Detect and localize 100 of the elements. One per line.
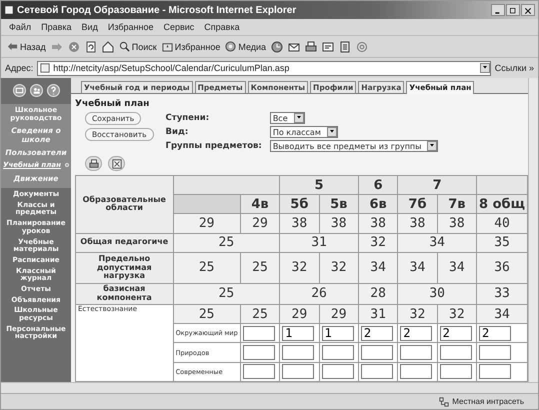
favorites-button[interactable]: Избранное — [162, 41, 220, 52]
people-icon[interactable] — [30, 84, 42, 97]
table-cell: 36 — [476, 252, 528, 284]
input-field[interactable] — [282, 345, 314, 360]
table-header: Образовательные области — [76, 176, 174, 234]
table-header: 7б — [398, 194, 438, 214]
input-field[interactable] — [479, 345, 512, 360]
printer-icon[interactable] — [305, 40, 318, 52]
menu-item[interactable]: Справка — [204, 22, 240, 32]
page-title: Учебный план — [75, 99, 150, 109]
table-header: 6 — [358, 176, 398, 195]
dropdown-button[interactable] — [480, 63, 490, 73]
input-field[interactable] — [400, 364, 432, 380]
media-button[interactable]: Медиа — [225, 41, 266, 52]
print-button[interactable] — [85, 156, 102, 171]
table-cell: 32 — [398, 304, 438, 324]
spreadsheet-icon — [112, 158, 122, 168]
table-cell: 25 — [240, 304, 280, 324]
menu-item[interactable]: Избранное — [108, 22, 154, 32]
table-cell: 31 — [358, 304, 398, 324]
address-field[interactable]: http://netcity/asp/SetupSchool/Calendar/CuriculumPlan.asp — [37, 60, 491, 76]
dropdown[interactable]: Все — [270, 112, 305, 124]
input-field[interactable] — [242, 326, 275, 341]
envelope-icon[interactable] — [288, 40, 300, 52]
table-cell: 38 — [280, 214, 320, 234]
notepad-icon[interactable] — [339, 40, 352, 52]
input-field[interactable]: 2 — [360, 326, 393, 341]
table-cell: 29 — [280, 304, 320, 324]
table-cell: 29 — [319, 304, 358, 324]
refresh-icon[interactable] — [84, 40, 97, 52]
page-icon — [4, 5, 14, 15]
caret-icon — [482, 64, 488, 70]
table-cell: 34 — [358, 252, 398, 284]
table-cell: 40 — [476, 214, 528, 234]
input-field[interactable] — [282, 364, 314, 380]
disc-icon — [225, 41, 236, 52]
close-button[interactable] — [521, 4, 535, 16]
table-cell: 25 — [240, 252, 280, 284]
dropdown[interactable]: Выводить все предметы из группы — [270, 140, 438, 152]
network-icon — [439, 396, 450, 406]
input-field[interactable]: 2 — [479, 326, 512, 341]
table-cell: 32 — [358, 233, 398, 252]
input-field[interactable] — [242, 364, 275, 380]
input-field[interactable] — [322, 364, 354, 380]
table-header: 5 — [280, 176, 358, 195]
search-button[interactable]: Поиск — [118, 41, 157, 52]
close-icon — [524, 6, 532, 15]
input-field[interactable] — [322, 345, 354, 360]
links-button[interactable]: Ссылки » — [494, 63, 534, 73]
input-field[interactable] — [400, 345, 432, 360]
maximize-button[interactable] — [506, 4, 520, 16]
input-field[interactable]: 1 — [322, 326, 354, 341]
house-icon[interactable] — [102, 40, 114, 52]
input-field[interactable] — [360, 364, 393, 380]
input-field[interactable] — [440, 345, 472, 360]
table-header: 7в — [437, 194, 477, 214]
menu-item[interactable]: Вид — [82, 22, 98, 32]
table-cell: 34 — [476, 304, 528, 324]
filter-label: Группы предметов: — [166, 141, 262, 151]
row-header: Общая педагогиче — [76, 233, 174, 252]
envelope-icon[interactable] — [12, 84, 26, 97]
menu-item[interactable]: Сервис — [163, 22, 194, 32]
table-cell: 25 — [173, 252, 240, 284]
document-icon[interactable] — [322, 40, 334, 52]
stop-icon[interactable] — [68, 40, 80, 52]
menu-item[interactable]: Файл — [9, 22, 32, 32]
page-icon — [40, 63, 50, 73]
table-cell: 29 — [240, 214, 280, 234]
row-header: Предельно допустимая нагрузка — [76, 252, 174, 284]
filter-label: Вид: — [166, 127, 190, 137]
dropdown[interactable]: По классам — [270, 126, 338, 138]
input-field[interactable]: 1 — [282, 326, 314, 341]
table-cell: 25 — [173, 283, 280, 304]
input-field[interactable] — [440, 364, 472, 380]
vertical-scrollbar[interactable] — [528, 78, 538, 382]
minimize-button[interactable] — [491, 4, 505, 16]
spreadsheet-button[interactable] — [108, 156, 125, 171]
printer-icon — [88, 158, 98, 168]
input-field[interactable] — [242, 345, 275, 360]
caret-icon — [429, 142, 436, 148]
back-button[interactable]: Назад — [7, 41, 46, 52]
table-cell: 25 — [173, 304, 240, 324]
address-label: Адрес: — [5, 63, 34, 73]
input-field[interactable]: 2 — [440, 326, 472, 341]
caret-icon — [296, 114, 302, 120]
table-cell: 29 — [173, 214, 240, 234]
table-cell: 38 — [358, 214, 398, 234]
horizontal-scrollbar[interactable] — [1, 382, 538, 393]
table-header: 6в — [358, 194, 398, 214]
back-arrow-icon — [7, 41, 18, 52]
menu-item[interactable]: Правка — [41, 22, 72, 32]
help-icon[interactable] — [46, 84, 60, 97]
input-field[interactable]: 2 — [400, 326, 432, 341]
maximize-icon — [509, 6, 517, 15]
input-field[interactable] — [479, 364, 512, 380]
table-header: 4в — [240, 194, 280, 214]
caret-icon — [328, 128, 335, 134]
table-header: 5б — [280, 194, 320, 214]
input-field[interactable] — [360, 345, 393, 360]
clock-icon[interactable] — [271, 40, 284, 52]
